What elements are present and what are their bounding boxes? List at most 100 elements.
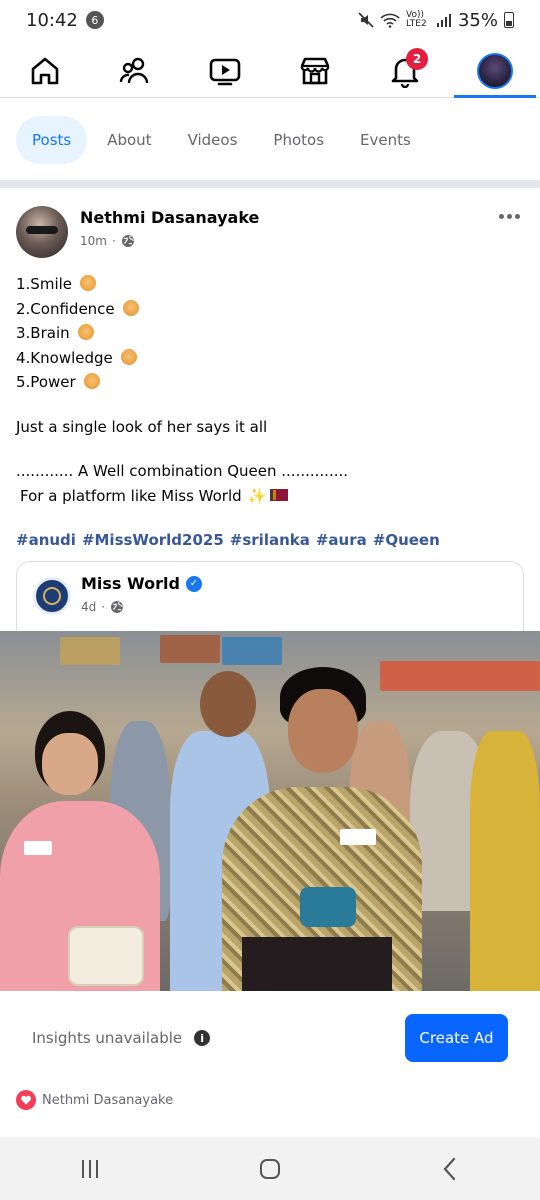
face bbox=[288, 689, 358, 773]
list-item-text: 2.Confidence bbox=[16, 299, 115, 318]
more-dot-icon bbox=[514, 213, 520, 219]
tagline: Just a single look of her says it all bbox=[16, 417, 268, 436]
home-circle-icon bbox=[260, 1158, 280, 1179]
nav-home-button[interactable] bbox=[10, 44, 80, 98]
face bbox=[42, 733, 98, 795]
list-item-text: 3.Brain bbox=[16, 324, 70, 342]
list-item-text: 5.Power bbox=[16, 373, 76, 391]
nav-marketplace-button[interactable] bbox=[280, 44, 350, 98]
list-item: 3.Brain bbox=[16, 321, 524, 346]
friends-icon bbox=[119, 57, 149, 83]
woman-emoji-icon bbox=[80, 275, 97, 291]
platform-line: For a platform like Miss World ✨ bbox=[16, 484, 524, 509]
mute-icon bbox=[358, 12, 374, 28]
section-divider bbox=[0, 180, 540, 188]
nav-notifications-button[interactable]: 2 bbox=[370, 44, 440, 98]
home-system-button[interactable] bbox=[230, 1144, 310, 1194]
recents-button[interactable] bbox=[50, 1144, 130, 1194]
more-options-button[interactable] bbox=[494, 206, 524, 226]
miss-world-logo[interactable] bbox=[33, 577, 71, 615]
globe-icon bbox=[121, 235, 134, 247]
status-indicators: Vo)) LTE2 35% bbox=[358, 10, 514, 31]
hashtag-link[interactable]: #MissWorld2025 bbox=[82, 528, 224, 553]
signal-icon bbox=[436, 14, 451, 27]
create-ad-button[interactable]: Create Ad bbox=[405, 1014, 508, 1062]
post-time[interactable]: 10m bbox=[80, 234, 107, 248]
author-avatar[interactable] bbox=[16, 206, 68, 258]
meta-separator: · bbox=[101, 600, 106, 614]
shared-page-name-text: Miss World bbox=[81, 574, 180, 593]
woman-emoji-icon bbox=[120, 348, 137, 365]
tab-events[interactable]: Events bbox=[344, 116, 427, 164]
background-sign bbox=[160, 635, 220, 663]
post-text: 1.Smile 2.Confidence 3.Brain 4.Knowledge… bbox=[16, 272, 524, 553]
nav-profile-button[interactable] bbox=[460, 44, 530, 98]
reaction-names: Nethmi Dasanayake bbox=[42, 1092, 174, 1108]
top-navigation: 2 bbox=[0, 44, 540, 98]
tab-videos[interactable]: Videos bbox=[172, 116, 254, 164]
nav-video-button[interactable] bbox=[190, 44, 260, 98]
list-item: 2.Confidence bbox=[16, 297, 524, 322]
hashtags: #anudi #MissWorld2025 #srilanka #aura #Q… bbox=[16, 528, 524, 553]
woman-emoji-icon bbox=[77, 324, 94, 340]
logo-emblem-icon bbox=[43, 587, 61, 605]
shared-page-name[interactable]: Miss World ✓ bbox=[81, 574, 202, 593]
active-tab-indicator bbox=[454, 95, 536, 98]
reactions-row[interactable]: Nethmi Dasanayake bbox=[16, 1088, 173, 1112]
system-navigation-bar bbox=[0, 1137, 540, 1200]
shared-time[interactable]: 4d bbox=[81, 600, 96, 614]
tab-posts[interactable]: Posts bbox=[16, 116, 88, 164]
verified-icon: ✓ bbox=[185, 575, 202, 592]
name-tag bbox=[340, 829, 376, 845]
marketplace-icon bbox=[300, 57, 330, 84]
hashtag-link[interactable]: #srilanka bbox=[230, 528, 310, 553]
network-label: Vo)) LTE2 bbox=[405, 10, 427, 29]
more-dot-icon bbox=[506, 213, 512, 219]
hashtag-link[interactable]: #Queen bbox=[373, 528, 440, 553]
status-bar: 10:42 6 Vo)) LTE2 35% bbox=[0, 0, 540, 40]
list-item: 1.Smile bbox=[16, 272, 524, 297]
insights-row: Insights unavailable i Create Ad bbox=[0, 991, 540, 1081]
more-dot-icon bbox=[498, 213, 504, 219]
heart-reaction-icon bbox=[16, 1090, 36, 1110]
profile-tabs: Posts About Videos Photos Events bbox=[0, 110, 540, 170]
platform-text: For a platform like Miss World bbox=[20, 486, 242, 505]
list-item-text: 1.Smile bbox=[16, 275, 73, 293]
shared-meta: 4d · bbox=[81, 600, 124, 614]
status-notification-count: 6 bbox=[85, 11, 104, 29]
sparkles-icon: ✨ bbox=[247, 486, 267, 505]
status-time: 10:42 bbox=[26, 9, 78, 31]
clutch bbox=[300, 887, 356, 927]
background-sign bbox=[60, 637, 120, 665]
notification-badge: 2 bbox=[406, 47, 428, 70]
back-chevron-icon bbox=[443, 1157, 456, 1180]
profile-avatar bbox=[477, 52, 513, 89]
nav-friends-button[interactable] bbox=[100, 44, 170, 98]
recents-icon bbox=[82, 1159, 98, 1178]
post-photo[interactable] bbox=[0, 631, 540, 991]
insights-status: Insights unavailable i bbox=[32, 1029, 211, 1047]
post-meta: 10m · bbox=[80, 234, 135, 248]
insights-label: Insights unavailable bbox=[32, 1029, 183, 1047]
hashtag-link[interactable]: #anudi bbox=[16, 528, 76, 553]
battery-icon bbox=[504, 12, 514, 28]
wifi-icon bbox=[380, 13, 400, 28]
hashtag-link[interactable]: #aura bbox=[316, 528, 367, 553]
woman-emoji-icon bbox=[122, 299, 139, 316]
info-icon[interactable]: i bbox=[194, 1030, 211, 1046]
battery-percent: 35% bbox=[457, 9, 498, 31]
sri-lanka-flag-icon bbox=[270, 488, 289, 501]
skirt bbox=[242, 937, 392, 991]
shared-post-card[interactable]: Miss World ✓ 4d · bbox=[16, 561, 524, 641]
list-item: 4.Knowledge bbox=[16, 346, 524, 371]
tab-photos[interactable]: Photos bbox=[257, 116, 340, 164]
handbag bbox=[68, 926, 144, 986]
tab-about[interactable]: About bbox=[91, 116, 167, 164]
globe-icon bbox=[111, 601, 124, 613]
video-icon bbox=[209, 58, 241, 85]
woman-emoji-icon bbox=[83, 373, 100, 389]
back-button[interactable] bbox=[410, 1144, 490, 1194]
author-name[interactable]: Nethmi Dasanayake bbox=[80, 208, 259, 227]
